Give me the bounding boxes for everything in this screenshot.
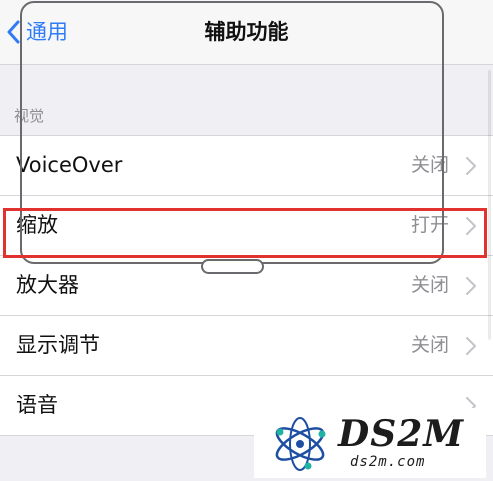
chevron-right-icon bbox=[465, 276, 477, 296]
atom-logo-icon bbox=[268, 414, 332, 478]
list-item-value: 关闭 bbox=[410, 274, 449, 296]
list-item-value: 关闭 bbox=[410, 334, 449, 356]
scroll-indicator bbox=[488, 70, 491, 340]
chevron-right-icon bbox=[465, 156, 477, 176]
zoom-window-drag-handle[interactable] bbox=[201, 259, 264, 274]
watermark-domain: ds2m.com bbox=[350, 454, 426, 470]
highlight-annotation-box bbox=[3, 208, 487, 258]
list-item-display-accommodations[interactable]: 显示调节 关闭 bbox=[0, 316, 493, 376]
list-item-label: 显示调节 bbox=[16, 333, 100, 357]
list-item-label: 语音 bbox=[16, 393, 58, 417]
watermark: DS2M ds2m.com bbox=[254, 408, 486, 478]
accessibility-settings-screen: 通用 辅助功能 视觉 VoiceOver 关闭 缩放 打开 放大器 关闭 显示调… bbox=[0, 0, 493, 481]
list-item-label: 放大器 bbox=[16, 273, 79, 297]
chevron-right-icon bbox=[465, 336, 477, 356]
watermark-brand: DS2M bbox=[338, 413, 465, 455]
